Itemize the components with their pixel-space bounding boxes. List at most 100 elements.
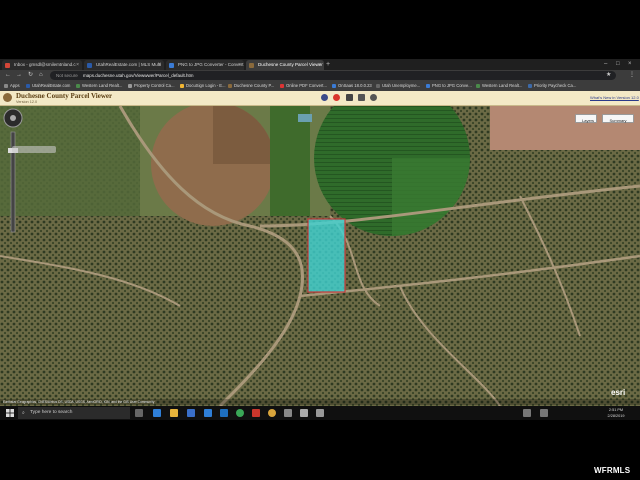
volume-icon[interactable] — [540, 409, 548, 417]
browser-menu-icon[interactable]: ⋮ — [629, 71, 635, 80]
calculator-icon[interactable] — [284, 409, 292, 417]
wfrmls-watermark: WFRMLS — [594, 466, 631, 475]
site-icon — [476, 84, 480, 88]
tab-inbox[interactable]: Inbox - gmsdl@smilemtnland.c × — [2, 60, 82, 70]
bookmark-label: Priority Paycheck Ca... — [534, 83, 577, 88]
url-input[interactable]: Not secure maps.duchesne.utah.gov/Viewww… — [50, 71, 616, 80]
bookmark-item[interactable]: OnSaas 18.0.0.23 — [332, 81, 372, 91]
tab-label: PNG to JPG Converter - Convert — [178, 62, 244, 67]
bookmark-label: Western Land Realt... — [82, 83, 123, 88]
site-icon — [528, 84, 532, 88]
bookmark-label: Western Land Realt... — [482, 83, 523, 88]
site-icon — [87, 63, 92, 68]
app-icon[interactable] — [252, 409, 260, 417]
selected-parcel — [307, 218, 346, 293]
windows-start-icon[interactable] — [6, 409, 14, 417]
satellite-imagery — [0, 106, 640, 406]
bookmark-item[interactable]: Utah Unemployme... — [376, 81, 420, 91]
layers-button[interactable]: Layers — [575, 114, 597, 123]
bike-icon[interactable] — [321, 94, 328, 101]
security-indicator[interactable]: Not secure — [56, 73, 78, 78]
tab-utahrealestate[interactable]: UtahRealEstate.com | MLS Multi × — [84, 60, 164, 70]
browser-tab-bar: Inbox - gmsdl@smilemtnland.c × UtahRealE… — [0, 59, 640, 70]
close-icon[interactable]: × — [158, 60, 161, 70]
bookmark-item[interactable]: Western Land Realt... — [76, 81, 122, 91]
site-icon — [376, 84, 380, 88]
print-icon[interactable] — [346, 94, 353, 101]
bookmark-label: UtahRealEstate.com — [32, 83, 71, 88]
close-icon[interactable]: × — [318, 60, 321, 70]
app-header: Duchesne County Parcel Viewer Version 12… — [0, 91, 640, 106]
bookmark-item[interactable]: Western Land Realt... — [476, 81, 522, 91]
truck-icon[interactable] — [358, 94, 365, 101]
forward-icon[interactable]: → — [16, 71, 22, 80]
file-explorer-icon[interactable] — [170, 409, 178, 417]
taskbar-search-input[interactable]: ⌕ Type here to search — [18, 407, 130, 419]
new-tab-button[interactable]: + — [326, 60, 330, 69]
bookmark-item[interactable]: Priority Paycheck Ca... — [528, 81, 576, 91]
stop-icon[interactable] — [333, 94, 340, 101]
site-icon — [332, 84, 336, 88]
windows-taskbar: ⌕ Type here to search 2:51 PM 2/28/2019 — [0, 406, 640, 420]
bookmark-label: DocuSign Login - E... — [186, 83, 226, 88]
reload-icon[interactable]: ↻ — [28, 71, 33, 80]
bookmark-item[interactable]: Duchesne County P... — [228, 81, 274, 91]
app-icon[interactable] — [316, 409, 324, 417]
taskbar-clock[interactable]: 2:51 PM 2/28/2019 — [600, 407, 632, 419]
mail-icon[interactable] — [204, 409, 212, 417]
app-icon[interactable] — [300, 409, 308, 417]
summary-button[interactable]: Summary — [602, 114, 634, 123]
minimize-button[interactable]: – — [604, 59, 607, 69]
map-view[interactable]: Layers Summary esri Earthstar Geographic… — [0, 106, 640, 421]
chrome-icon[interactable] — [236, 409, 244, 417]
bookmark-label: PNG to JPG Conve... — [432, 83, 472, 88]
site-icon — [169, 63, 174, 68]
bookmark-item[interactable]: Online PDF Convert... — [280, 81, 327, 91]
tab-png-converter[interactable]: PNG to JPG Converter - Convert × — [166, 60, 244, 70]
site-icon — [426, 84, 430, 88]
bookmark-item[interactable]: DocuSign Login - E... — [180, 81, 226, 91]
outlook-icon[interactable] — [220, 409, 228, 417]
tab-label: Inbox - gmsdl@smilemtnland.c — [14, 62, 76, 67]
apps-icon — [4, 84, 8, 88]
maximize-button[interactable]: □ — [616, 59, 620, 69]
whats-new-link[interactable]: What's New in Version 12.0 — [590, 95, 639, 100]
site-icon — [76, 84, 80, 88]
task-view-icon[interactable] — [135, 409, 143, 417]
bookmark-label: Utah Unemployme... — [382, 83, 421, 88]
bookmark-item[interactable]: Property Control Ca... — [128, 81, 175, 91]
bookmark-label: Property Control Ca... — [134, 83, 175, 88]
bookmark-label: Apps — [10, 83, 20, 88]
close-icon[interactable]: × — [76, 60, 79, 70]
close-icon[interactable]: × — [238, 60, 241, 70]
docusign-icon — [180, 84, 184, 88]
bookmark-item[interactable]: UtahRealEstate.com — [26, 81, 70, 91]
help-icon[interactable] — [370, 94, 377, 101]
bookmark-label: OnSaas 18.0.0.23 — [338, 83, 372, 88]
search-placeholder: Type here to search — [30, 410, 73, 415]
bookmark-apps[interactable]: Apps — [4, 81, 20, 91]
zoom-level-label — [12, 146, 56, 153]
bookmark-star-icon[interactable]: ★ — [606, 71, 611, 80]
home-icon[interactable]: ⌂ — [39, 71, 43, 80]
network-icon[interactable] — [523, 409, 531, 417]
esri-logo: esri — [611, 388, 626, 397]
gmail-icon — [5, 63, 10, 68]
zoom-slider[interactable] — [3, 106, 23, 233]
bookmark-label: Duchesne County P... — [234, 83, 275, 88]
tab-label: Duchesne County Parcel Viewer — [258, 62, 323, 67]
county-seal-icon — [3, 93, 12, 102]
site-icon — [26, 84, 30, 88]
edge-icon[interactable] — [153, 409, 161, 417]
bookmark-label: Online PDF Convert... — [286, 83, 327, 88]
window-close-button[interactable]: × — [628, 59, 632, 69]
store-icon[interactable] — [187, 409, 195, 417]
tab-parcel-viewer[interactable]: Duchesne County Parcel Viewer × — [246, 60, 324, 70]
back-icon[interactable]: ← — [5, 71, 11, 80]
site-icon — [128, 84, 132, 88]
site-icon — [228, 84, 232, 88]
search-icon: ⌕ — [22, 410, 25, 416]
chrome-active-icon[interactable] — [268, 409, 276, 417]
url-text: maps.duchesne.utah.gov/Viewwwer/Parcel_d… — [83, 73, 194, 78]
bookmark-item[interactable]: PNG to JPG Conve... — [426, 81, 472, 91]
